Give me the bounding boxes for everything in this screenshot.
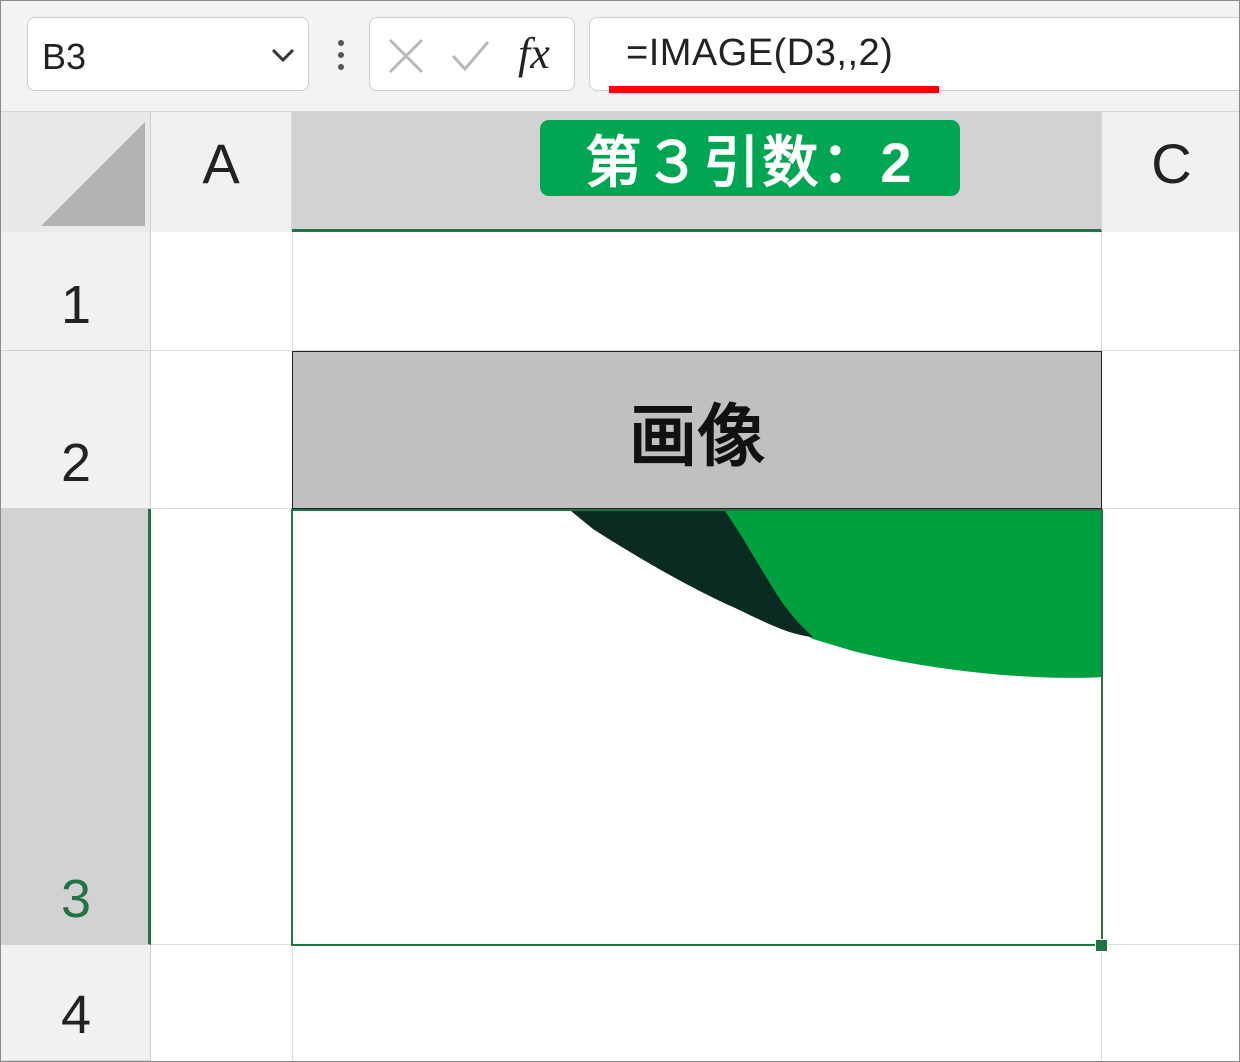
argument-annotation-badge: 第３引数：2 xyxy=(540,120,960,196)
select-all-triangle-icon xyxy=(41,122,145,226)
image-illustration xyxy=(571,511,1101,678)
name-box[interactable]: B3 xyxy=(27,17,309,91)
formula-bar: B3 fx =IMAGE(D3,,2) xyxy=(1,1,1239,112)
checkmark-icon[interactable] xyxy=(450,36,490,76)
spreadsheet-window: B3 fx =IMAGE(D3,,2) A C 第３引数：2 1 2 3 4 画… xyxy=(0,0,1240,1062)
close-icon[interactable] xyxy=(386,36,426,76)
more-options-icon[interactable] xyxy=(333,37,349,73)
select-all-corner[interactable] xyxy=(1,112,151,232)
formula-input[interactable]: =IMAGE(D3,,2) xyxy=(589,17,1239,91)
row-header-2[interactable]: 2 xyxy=(1,351,151,509)
row-header-4[interactable]: 4 xyxy=(1,945,151,1061)
row-header-3[interactable]: 3 xyxy=(1,509,151,945)
chevron-down-icon[interactable] xyxy=(268,40,298,70)
column-header-a[interactable]: A xyxy=(151,112,292,232)
insert-function-icon[interactable]: fx xyxy=(518,28,550,79)
name-box-value: B3 xyxy=(42,36,87,77)
cell-b3-image[interactable] xyxy=(291,509,1103,946)
formula-text: =IMAGE(D3,,2) xyxy=(626,32,894,74)
formula-actions: fx xyxy=(369,17,575,91)
formula-underline xyxy=(609,86,939,93)
fill-handle[interactable] xyxy=(1095,939,1108,952)
cell-b2-header[interactable]: 画像 xyxy=(292,351,1102,509)
column-header-c[interactable]: C xyxy=(1102,112,1239,232)
row-header-1[interactable]: 1 xyxy=(1,232,151,351)
